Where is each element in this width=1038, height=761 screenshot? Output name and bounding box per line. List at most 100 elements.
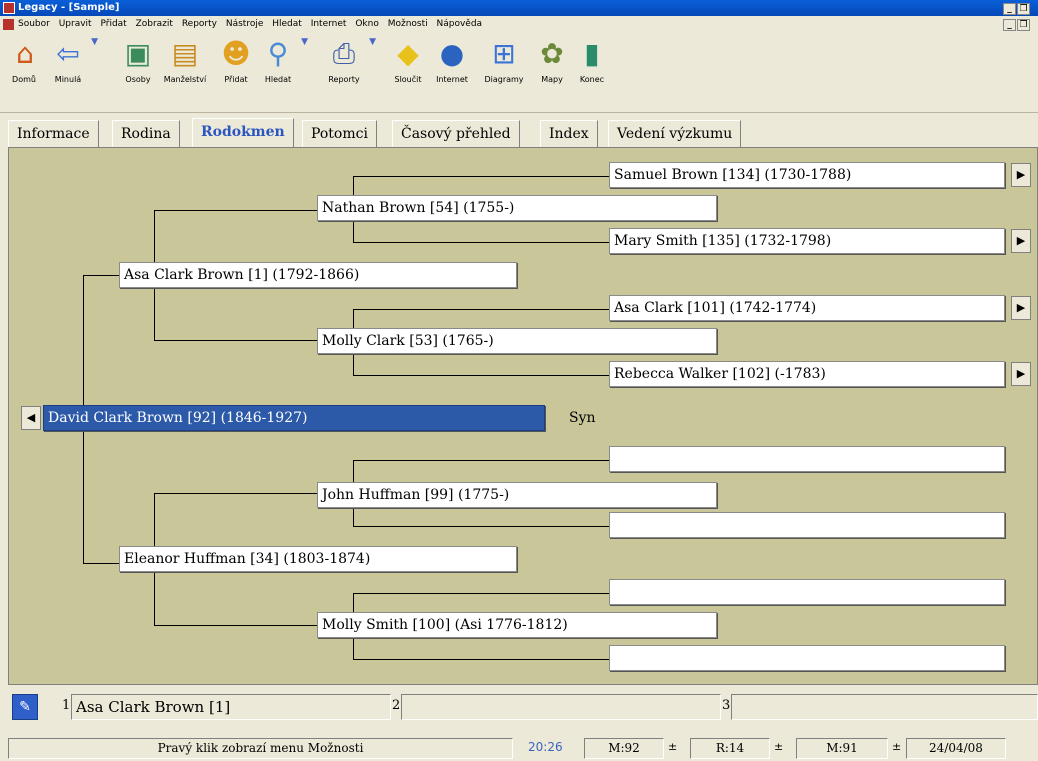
navigate-forward-button[interactable]: ▶ <box>1011 163 1031 187</box>
bookmark-icon[interactable]: ✎ <box>12 694 38 720</box>
app-icon[interactable] <box>3 2 15 14</box>
right-arrow-icon: ▶ <box>1016 301 1026 314</box>
dropdown-arrow-icon[interactable]: ▼ <box>301 37 308 47</box>
maternal-grandmother-box[interactable]: Molly Smith [100] (Asi 1776-1812) <box>317 612 717 638</box>
bookmark-slot-2[interactable] <box>401 694 721 720</box>
toolbar-back-button[interactable]: ⇦ Minulá ▼ <box>48 37 98 84</box>
menu-soubor[interactable]: Soubor <box>18 19 50 29</box>
status-bar: Pravý klik zobrazí menu Možnosti 20:26 M… <box>0 736 1038 761</box>
home-icon: ⌂ <box>16 37 34 70</box>
dropdown-arrow-icon[interactable]: ▼ <box>91 37 98 47</box>
menu-bar: Soubor Upravit Přidat Zobrazit Reporty N… <box>0 16 1038 33</box>
restore-button[interactable]: ❐ <box>1017 3 1030 15</box>
printer-icon: ⎙ <box>332 37 356 70</box>
tab-casovy-prehled[interactable]: Časový přehled <box>392 120 520 147</box>
status-r: R:14 <box>690 738 770 759</box>
menu-zobrazit[interactable]: Zobrazit <box>136 19 173 29</box>
add-person-icon: ☻ <box>221 37 251 70</box>
doc-minimize-button[interactable]: _ <box>1003 19 1016 31</box>
tab-informace[interactable]: Informace <box>8 120 99 147</box>
toolbar-exit-button[interactable]: ▮ Konec <box>572 37 612 84</box>
tab-rodina[interactable]: Rodina <box>112 120 180 147</box>
tab-index[interactable]: Index <box>540 120 598 147</box>
toolbar-reports-button[interactable]: ⎙ Reporty ▼ <box>322 37 376 84</box>
bookmark-slot-1[interactable]: Asa Clark Brown [1] <box>71 694 391 720</box>
menu-okno[interactable]: Okno <box>355 19 379 29</box>
connector-line <box>154 210 319 211</box>
menu-hledat[interactable]: Hledat <box>272 19 302 29</box>
tab-potomci[interactable]: Potomci <box>302 120 377 147</box>
status-hint: Pravý klik zobrazí menu Možnosti <box>8 738 513 759</box>
ggp-box-5[interactable] <box>609 446 1005 472</box>
bookmark-bar: ✎ 1 Asa Clark Brown [1] 2 3 <box>8 692 1038 722</box>
toolbar-search-button[interactable]: ⚲ Hledat ▼ <box>258 37 308 84</box>
toolbar-diagrams-button[interactable]: ⊞ Diagramy <box>480 37 528 84</box>
plus-minus-icon: ± <box>774 740 784 753</box>
relationship-label: Syn <box>569 410 596 426</box>
pedigree-chart: ◀ David Clark Brown [92] (1846-1927) Syn… <box>8 147 1038 685</box>
father-box[interactable]: Asa Clark Brown [1] (1792-1866) <box>119 262 517 288</box>
ggp-box-4[interactable]: Rebecca Walker [102] (-1783) <box>609 361 1005 387</box>
toolbar-maps-button[interactable]: ✿ Mapy <box>532 37 572 84</box>
right-arrow-icon: ▶ <box>1016 168 1026 181</box>
tab-rodokmen[interactable]: Rodokmen <box>192 118 294 148</box>
document-icon[interactable] <box>3 19 14 30</box>
ggp-box-6[interactable] <box>609 512 1005 538</box>
status-m2: M:91 <box>796 738 888 759</box>
tab-vedeni-vyzkumu[interactable]: Vedení výzkumu <box>608 120 742 147</box>
plus-minus-icon: ± <box>668 740 678 753</box>
toolbar-home-button[interactable]: ⌂ Domů <box>8 37 40 84</box>
maternal-grandfather-box[interactable]: John Huffman [99] (1775-) <box>317 482 717 508</box>
menu-upravit[interactable]: Upravit <box>59 19 92 29</box>
bookmark-number: 3 <box>722 698 731 713</box>
toolbar-marriage-button[interactable]: ▤ Manželství <box>160 37 210 84</box>
toolbar-merge-button[interactable]: ◆ Sloučit <box>386 37 430 84</box>
toolbar-internet-button[interactable]: ● Internet <box>432 37 472 84</box>
connector-line <box>83 563 121 564</box>
ggp-box-3[interactable]: Asa Clark [101] (1742-1774) <box>609 295 1005 321</box>
globe-icon: ● <box>439 37 465 70</box>
dropdown-arrow-icon[interactable]: ▼ <box>369 37 376 47</box>
menu-reporty[interactable]: Reporty <box>182 19 217 29</box>
menu-pridat[interactable]: Přidat <box>100 19 126 29</box>
toolbar-add-button[interactable]: ☻ Přidat <box>216 37 256 84</box>
merge-icon: ◆ <box>397 37 419 70</box>
paternal-grandmother-box[interactable]: Molly Clark [53] (1765-) <box>317 328 717 354</box>
toolbar-persons-button[interactable]: ▣ Osoby <box>118 37 158 84</box>
ggp-box-2[interactable]: Mary Smith [135] (1732-1798) <box>609 228 1005 254</box>
mother-box[interactable]: Eleanor Huffman [34] (1803-1874) <box>119 546 517 572</box>
paternal-grandfather-box[interactable]: Nathan Brown [54] (1755-) <box>317 195 717 221</box>
menu-nastroje[interactable]: Nástroje <box>226 19 264 29</box>
map-icon: ✿ <box>540 37 564 70</box>
connector-line <box>154 493 319 494</box>
tab-strip: Informace Rodina Rodokmen Potomci Časový… <box>0 117 1038 148</box>
navigate-forward-button[interactable]: ▶ <box>1011 229 1031 253</box>
bookmark-slot-3[interactable] <box>731 694 1038 720</box>
ggp-box-7[interactable] <box>609 579 1005 605</box>
minimize-button[interactable]: _ <box>1003 3 1016 15</box>
menu-internet[interactable]: Internet <box>311 19 347 29</box>
right-arrow-icon: ▶ <box>1016 367 1026 380</box>
connector-line <box>353 309 609 310</box>
chart-icon: ⊞ <box>492 37 516 70</box>
status-m1: M:92 <box>584 738 664 759</box>
navigate-forward-button[interactable]: ▶ <box>1011 296 1031 320</box>
root-person-box[interactable]: David Clark Brown [92] (1846-1927) <box>43 405 545 431</box>
doc-restore-button[interactable]: ❐ <box>1017 19 1030 31</box>
left-arrow-icon: ◀ <box>26 411 36 424</box>
couple-icon: ▤ <box>171 37 199 70</box>
menu-moznosti[interactable]: Možnosti <box>388 19 428 29</box>
magnifier-icon: ⚲ <box>267 37 289 70</box>
status-time: 20:26 <box>528 740 563 754</box>
navigate-forward-button[interactable]: ▶ <box>1011 362 1031 386</box>
connector-line <box>353 460 609 461</box>
navigate-back-button[interactable]: ◀ <box>21 406 41 430</box>
person-card-icon: ▣ <box>124 37 152 70</box>
connector-line <box>353 526 609 527</box>
ggp-box-8[interactable] <box>609 645 1005 671</box>
connector-line <box>353 242 609 243</box>
ggp-box-1[interactable]: Samuel Brown [134] (1730-1788) <box>609 162 1005 188</box>
menu-napoveda[interactable]: Nápověda <box>437 19 483 29</box>
bookmark-number: 2 <box>392 698 401 713</box>
right-arrow-icon: ▶ <box>1016 234 1026 247</box>
